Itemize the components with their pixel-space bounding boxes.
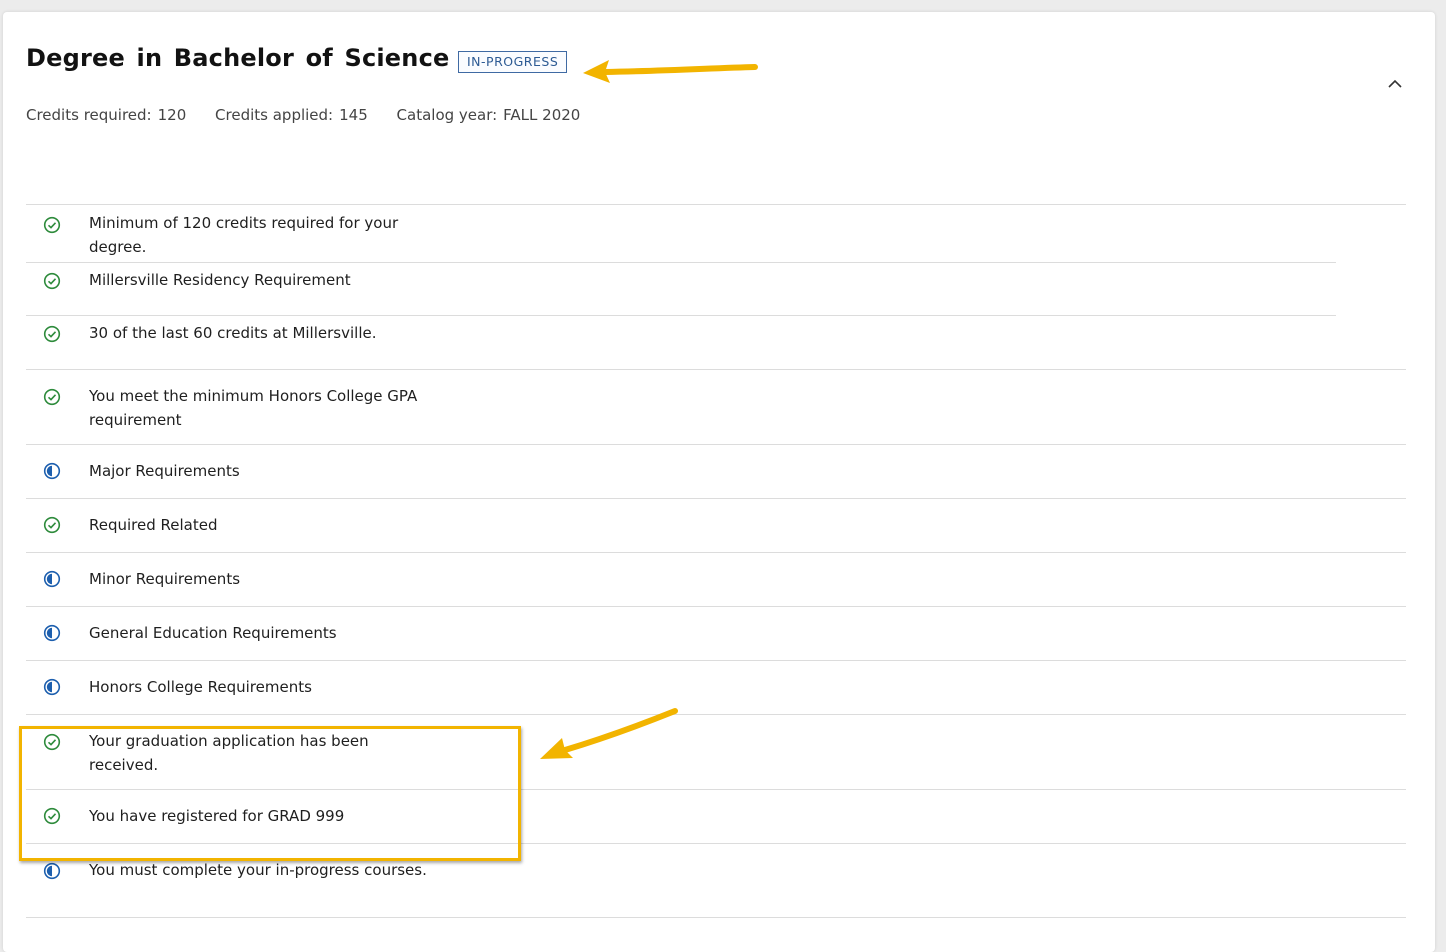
requirement-row-required-related[interactable]: Required Related [26,498,1406,552]
annotation-arrow-icon [540,708,678,759]
requirement-row-residency[interactable]: Millersville Residency Requirement [26,262,1336,315]
catalog-year: Catalog year: FALL 2020 [396,106,581,124]
check-circle-icon [43,325,61,343]
requirement-row-major[interactable]: Major Requirements [26,444,1406,498]
requirements-list: Minimum of 120 credits required for your… [26,204,1406,918]
requirement-label: Honors College Requirements [89,678,312,696]
requirement-label: You meet the minimum Honors College GPA … [89,387,418,429]
requirement-row-in-progress-courses[interactable]: You must complete your in-progress cours… [26,843,1406,918]
requirement-label: General Education Requirements [89,624,337,642]
half-circle-icon [43,624,61,642]
requirement-label: Minimum of 120 credits required for your… [89,214,399,256]
requirement-row-min-credits[interactable]: Minimum of 120 credits required for your… [26,204,1406,262]
collapse-chevron-up-icon[interactable] [1384,72,1406,94]
requirement-row-gen-ed[interactable]: General Education Requirements [26,606,1406,660]
requirement-label: You have registered for GRAD 999 [89,807,345,825]
credits-applied: Credits applied: 145 [215,106,368,124]
degree-meta: Credits required: 120 Credits applied: 145… [26,106,604,124]
credits-required: Credits required: 120 [26,106,187,124]
status-badge: IN-PROGRESS [458,51,568,73]
requirement-row-minor[interactable]: Minor Requirements [26,552,1406,606]
half-circle-icon [43,678,61,696]
half-circle-icon [43,862,61,880]
check-circle-icon [43,272,61,290]
requirement-label: Millersville Residency Requirement [89,271,351,289]
check-circle-icon [43,216,61,234]
annotation-arrow-icon [583,60,758,83]
requirement-label: 30 of the last 60 credits at Millersvill… [89,324,377,342]
degree-title: Degree in Bachelor of Science [26,44,450,72]
requirement-label: Required Related [89,516,218,534]
requirement-row-honors-college[interactable]: Honors College Requirements [26,660,1406,714]
half-circle-icon [43,570,61,588]
check-circle-icon [43,807,61,825]
requirement-row-last-60[interactable]: 30 of the last 60 credits at Millersvill… [26,315,1336,369]
requirement-row-honors-gpa[interactable]: You meet the minimum Honors College GPA … [26,369,1406,444]
requirement-label: Your graduation application has been rec… [89,732,369,774]
check-circle-icon [43,388,61,406]
half-circle-icon [43,462,61,480]
requirement-row-grad-999[interactable]: You have registered for GRAD 999 [26,789,1406,843]
requirement-row-grad-application[interactable]: Your graduation application has been rec… [26,714,1406,789]
check-circle-icon [43,516,61,534]
requirement-label: Major Requirements [89,462,240,480]
check-circle-icon [43,733,61,751]
requirement-label: Minor Requirements [89,570,241,588]
requirement-label: You must complete your in-progress cours… [89,861,427,879]
